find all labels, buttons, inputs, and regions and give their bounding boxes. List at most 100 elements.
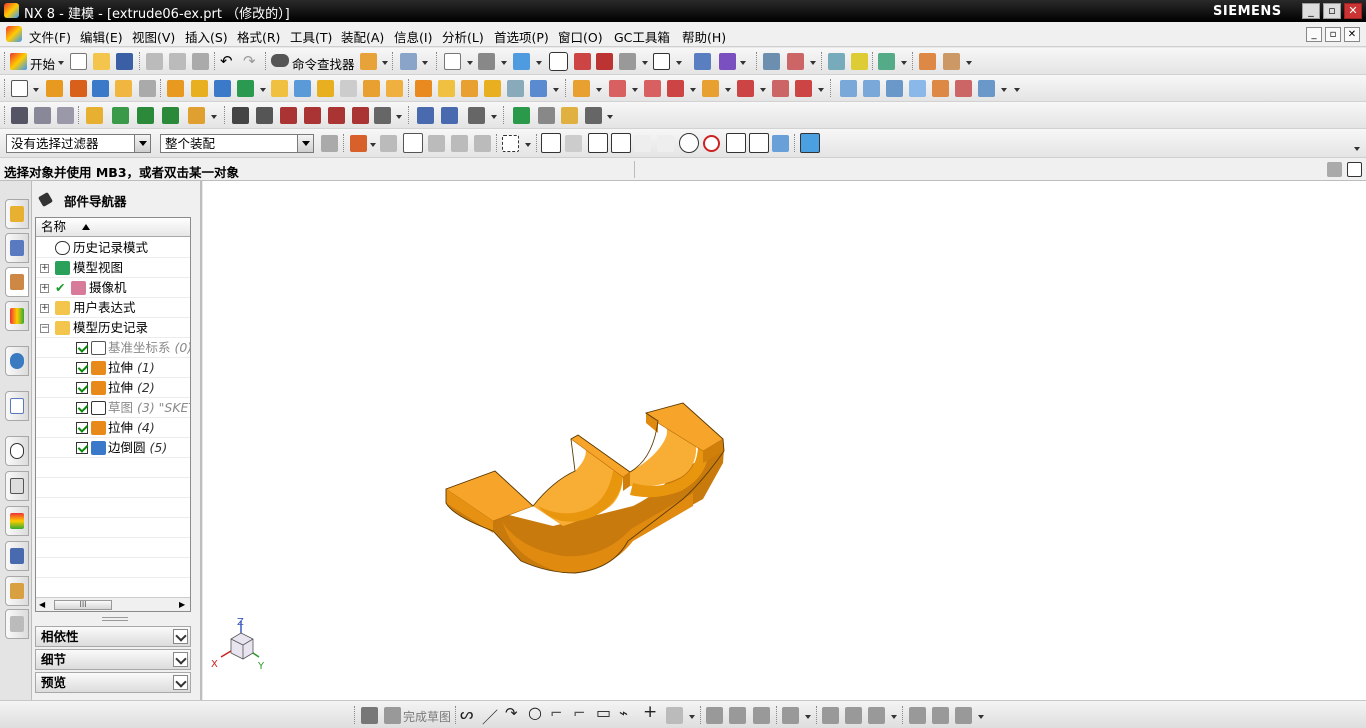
tree-node-history-mode[interactable]: 历史记录模式 <box>36 238 190 258</box>
splitter-handle[interactable] <box>102 617 128 621</box>
project-curve-icon[interactable] <box>374 107 391 124</box>
graphics-window[interactable]: Z X Y <box>203 181 1366 700</box>
chevron-down-icon[interactable] <box>370 143 376 147</box>
chevron-down-icon[interactable] <box>689 715 695 719</box>
visibility-checkbox[interactable] <box>76 342 88 354</box>
preview-panel[interactable]: 预览 <box>35 672 191 693</box>
hole-icon[interactable] <box>271 80 288 97</box>
polygon-tool-icon[interactable]: ⌁ <box>619 704 628 722</box>
intersection-snap-icon[interactable] <box>634 135 651 152</box>
menu-preferences[interactable]: 首选项(P) <box>494 27 549 46</box>
chevron-down-icon[interactable] <box>501 61 507 65</box>
hd3d-tools-tab[interactable] <box>5 346 29 376</box>
view-toggle-icon[interactable] <box>1347 162 1362 177</box>
select-curve-icon[interactable] <box>474 135 491 152</box>
save-icon[interactable] <box>116 53 133 70</box>
finish-sketch-icon[interactable] <box>384 707 401 724</box>
chevron-down-icon[interactable] <box>525 143 531 147</box>
chevron-down-icon[interactable] <box>536 61 542 65</box>
doc-minimize-button[interactable]: _ <box>1306 27 1322 42</box>
subtract-icon[interactable] <box>191 80 208 97</box>
resize-blend-icon[interactable] <box>795 80 812 97</box>
menu-assemblies[interactable]: 装配(A) <box>341 27 384 46</box>
wireframe-icon[interactable] <box>619 53 636 70</box>
wcs-icon[interactable] <box>694 53 711 70</box>
chevron-down-icon[interactable] <box>422 61 428 65</box>
constraint-tool-icon[interactable] <box>782 707 799 724</box>
doc-close-button[interactable]: ✕ <box>1344 27 1360 42</box>
selection-icon[interactable] <box>400 53 417 70</box>
chevron-down-icon[interactable] <box>607 115 613 119</box>
shell-icon[interactable] <box>461 80 478 97</box>
chevron-down-icon[interactable] <box>901 61 907 65</box>
sketch-icon[interactable] <box>11 80 28 97</box>
scroll-right-icon[interactable]: ▶ <box>179 600 185 609</box>
helix-icon[interactable] <box>328 107 345 124</box>
selection-scope-select[interactable]: 整个装配 <box>160 134 314 153</box>
model-viewport[interactable]: Z X Y <box>203 181 1366 700</box>
tree-node-sketch-3[interactable]: 草图 (3) "SKET <box>36 398 190 418</box>
through-curves-icon[interactable] <box>863 80 880 97</box>
details-panel[interactable]: 细节 <box>35 649 191 670</box>
scroll-thumb[interactable]: III <box>54 600 112 610</box>
fit-icon[interactable] <box>444 53 461 70</box>
menu-view[interactable]: 视图(V) <box>132 27 175 46</box>
sew-icon[interactable] <box>955 80 972 97</box>
chevron-down-icon[interactable] <box>760 88 766 92</box>
chevron-down-icon[interactable] <box>978 715 984 719</box>
chevron-down-icon[interactable] <box>676 61 682 65</box>
update-icon[interactable] <box>112 107 129 124</box>
chevron-down-icon[interactable] <box>491 115 497 119</box>
auto-constrain-icon[interactable] <box>868 707 885 724</box>
trim-body-icon[interactable] <box>507 80 524 97</box>
extrude-icon[interactable] <box>46 80 63 97</box>
product-interface-icon[interactable] <box>86 107 103 124</box>
chevron-down-icon[interactable] <box>396 115 402 119</box>
check-icon[interactable] <box>513 107 530 124</box>
chevron-down-icon[interactable] <box>211 115 217 119</box>
tree-node-cameras[interactable]: + ✔ 摄像机 <box>36 278 190 298</box>
endpoint-snap-icon[interactable] <box>565 135 582 152</box>
quick-trim-icon[interactable] <box>706 707 723 724</box>
finish-sketch-button[interactable]: 完成草图 <box>403 708 451 725</box>
select-edge-icon[interactable] <box>451 135 468 152</box>
sketch-settings-icon[interactable] <box>955 707 972 724</box>
menu-format[interactable]: 格式(R) <box>237 27 280 46</box>
menu-tools[interactable]: 工具(T) <box>290 27 332 46</box>
menu-insert[interactable]: 插入(S) <box>185 27 228 46</box>
assembly-navigator-tab[interactable] <box>5 199 29 229</box>
menu-information[interactable]: 信息(I) <box>394 27 432 46</box>
chevron-down-icon[interactable] <box>467 61 473 65</box>
edge-display-icon[interactable] <box>596 53 613 70</box>
chevron-down-icon[interactable] <box>134 135 150 152</box>
process-studio-tab[interactable] <box>5 506 29 536</box>
quadrant-snap-icon[interactable] <box>703 135 720 152</box>
close-button[interactable]: ✕ <box>1344 3 1362 19</box>
redo-icon[interactable]: ↷ <box>243 52 256 70</box>
geometric-constraint-icon[interactable] <box>845 707 862 724</box>
toolbar-grip[interactable] <box>4 106 6 124</box>
expand-icon[interactable]: + <box>40 304 49 313</box>
expand-icon[interactable]: + <box>40 284 49 293</box>
binoculars-icon[interactable] <box>271 54 289 67</box>
view-orient-icon[interactable] <box>513 53 530 70</box>
move-face-icon[interactable] <box>737 80 754 97</box>
pen-icon[interactable] <box>441 107 458 124</box>
chevron-down-icon[interactable] <box>1354 147 1360 151</box>
layer-icon[interactable] <box>763 53 780 70</box>
start-button[interactable]: 开始 <box>30 54 55 73</box>
tree-node-user-expressions[interactable]: + 用户表达式 <box>36 298 190 318</box>
command-finder-button[interactable]: 命令查找器 <box>292 54 355 73</box>
expand-panel-icon[interactable] <box>173 629 188 644</box>
chevron-down-icon[interactable] <box>1014 88 1020 92</box>
manufacturing-wizards-tab[interactable] <box>5 541 29 571</box>
expand-icon[interactable]: + <box>40 264 49 273</box>
name-column-header[interactable]: 名称 <box>36 218 190 237</box>
chevron-down-icon[interactable] <box>382 61 388 65</box>
intersect-icon[interactable] <box>214 80 231 97</box>
line-icon[interactable] <box>232 107 249 124</box>
pin-icon[interactable] <box>37 191 54 208</box>
refresh-icon[interactable] <box>162 107 179 124</box>
pattern-icon[interactable] <box>573 80 590 97</box>
report-icon[interactable] <box>561 107 578 124</box>
